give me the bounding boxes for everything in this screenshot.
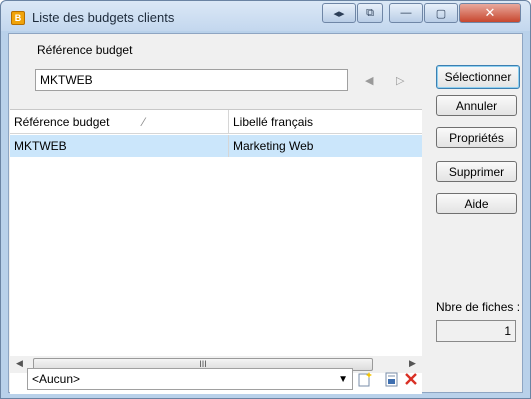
record-count-value: 1 (504, 324, 511, 338)
delete-button[interactable]: Supprimer (436, 161, 517, 182)
minimize-icon: — (400, 7, 412, 19)
new-filter-icon[interactable] (357, 371, 373, 387)
table-row[interactable]: MKTWEB Marketing Web (10, 135, 422, 157)
scroll-right-icon[interactable]: ▶ (409, 358, 416, 369)
table-cell-reference: MKTWEB (10, 135, 229, 157)
column-header-label-text: Libellé français (233, 115, 314, 129)
properties-button[interactable]: Propriétés (436, 127, 517, 148)
minimize-button[interactable]: — (389, 3, 423, 23)
column-header-label[interactable]: Libellé français (229, 110, 422, 134)
budget-grid: Référence budget ⁄ Libellé français MKTW… (10, 109, 422, 394)
small-restore-button[interactable]: ⧉ (357, 3, 383, 23)
edit-filter-icon[interactable] (384, 371, 400, 387)
select-button[interactable]: Sélectionner (436, 65, 520, 89)
nav-toggle-button[interactable]: ◂▸ (322, 3, 356, 23)
nav-arrows-icon: ◂▸ (333, 7, 345, 20)
window-restore-icon: ⧉ (366, 6, 374, 19)
dialog-window: B Liste des budgets clients ◂▸ ⧉ — ▢ ✕ R… (0, 0, 531, 399)
scroll-left-icon[interactable]: ◀ (16, 358, 23, 369)
reference-label: Référence budget (37, 43, 133, 57)
chevron-down-icon: ▼ (338, 374, 348, 385)
column-header-reference[interactable]: Référence budget ⁄ (10, 110, 229, 134)
close-button[interactable]: ✕ (459, 3, 521, 23)
app-icon: B (11, 11, 25, 25)
maximize-button[interactable]: ▢ (424, 3, 458, 23)
prev-record-icon[interactable]: ◀ (365, 74, 373, 87)
sort-indicator-icon: ⁄ (142, 115, 145, 129)
window-title: Liste des budgets clients (32, 10, 175, 25)
reference-input[interactable]: MKTWEB (35, 69, 348, 91)
close-icon: ✕ (484, 5, 496, 20)
next-record-icon[interactable]: ▷ (396, 74, 404, 87)
record-count-field: 1 (436, 320, 516, 342)
filter-select[interactable]: <Aucun> ▼ (27, 368, 353, 390)
maximize-icon: ▢ (435, 7, 447, 20)
table-cell-label: Marketing Web (233, 139, 314, 153)
title-bar: B Liste des budgets clients ◂▸ ⧉ — ▢ ✕ (1, 1, 530, 31)
cancel-button[interactable]: Annuler (436, 95, 517, 116)
reference-input-value: MKTWEB (40, 73, 93, 87)
record-count-label: Nbre de fiches : (436, 300, 521, 314)
column-header-reference-label: Référence budget (14, 115, 110, 129)
delete-filter-icon[interactable] (403, 371, 419, 387)
filter-select-value: <Aucun> (32, 372, 81, 386)
help-button[interactable]: Aide (436, 193, 517, 214)
